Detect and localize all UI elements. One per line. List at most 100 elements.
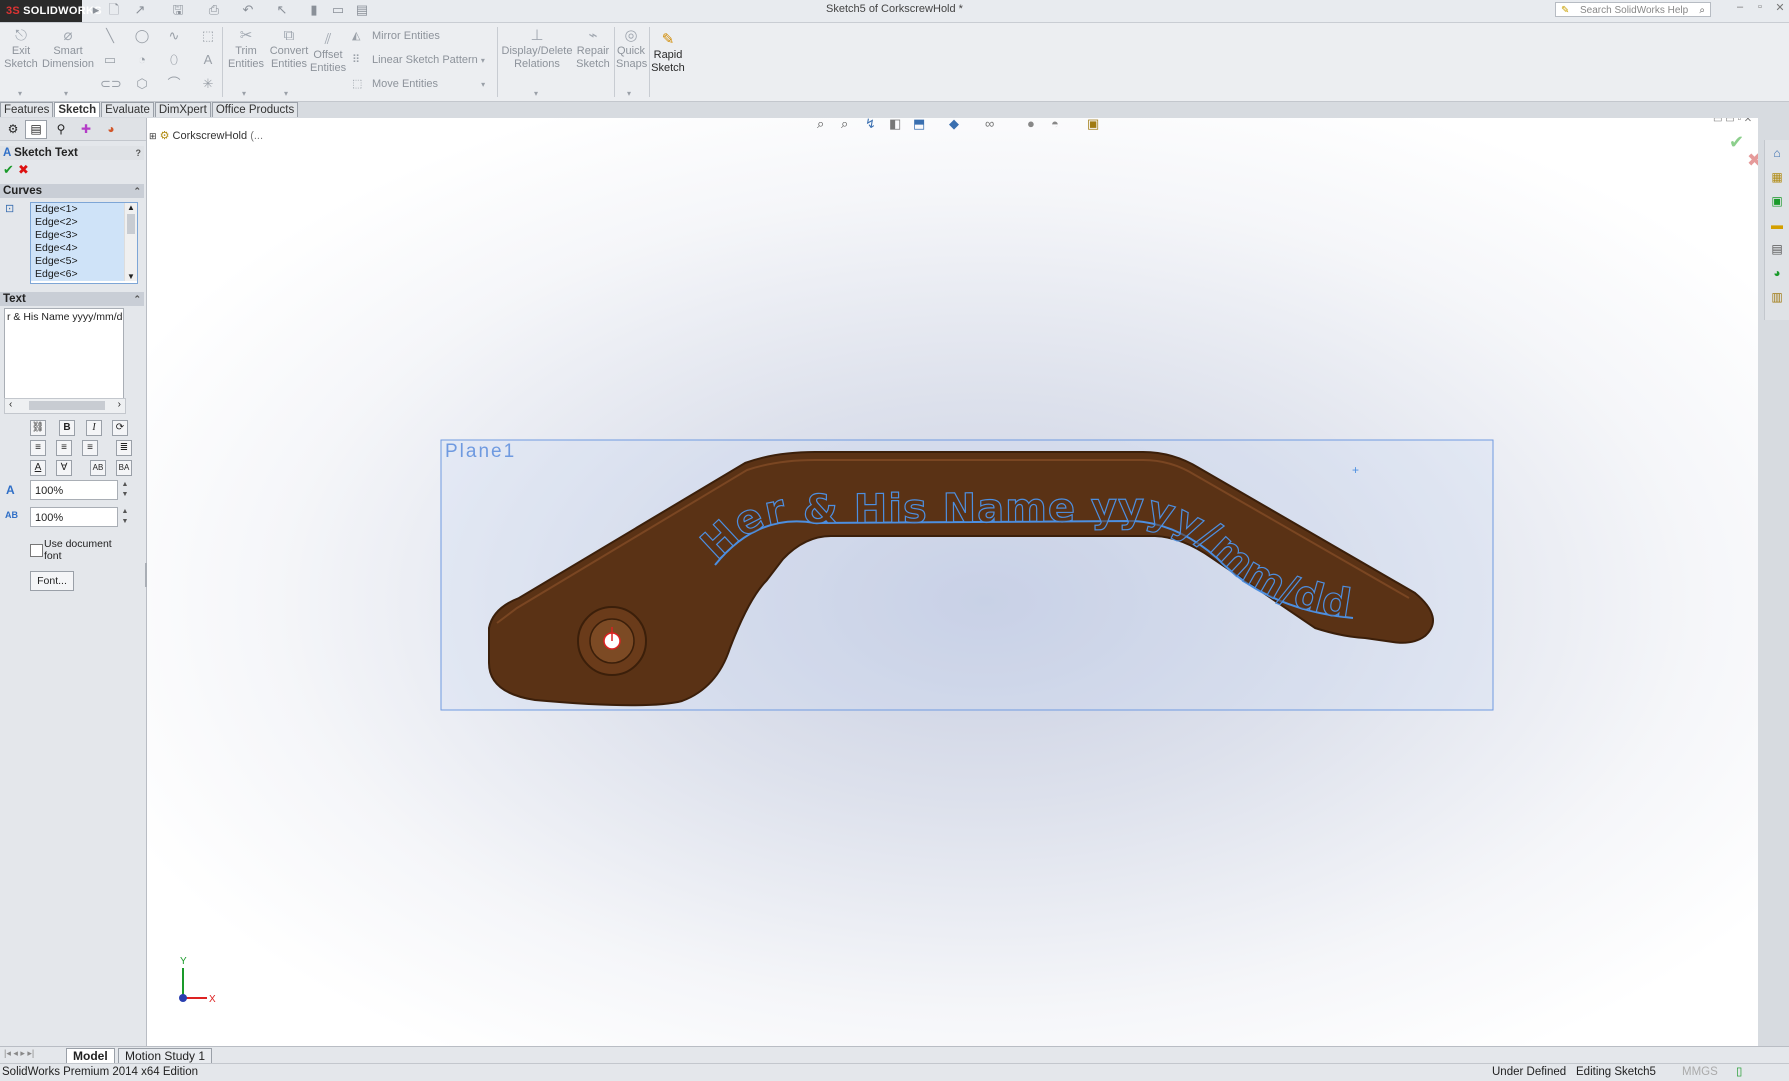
- list-item[interactable]: Edge<5>: [31, 255, 137, 268]
- rotate-icon[interactable]: ⟳: [112, 420, 128, 436]
- fillet-icon[interactable]: ⌒: [164, 75, 184, 93]
- smart-dimension-button[interactable]: ⌀ Smart Dimension: [42, 27, 94, 71]
- tab-office-products[interactable]: Office Products: [211, 102, 299, 117]
- smart-sketch-icon[interactable]: ⬚: [198, 27, 218, 45]
- appearances-icon[interactable]: ◕: [1768, 264, 1786, 282]
- list-item[interactable]: Edge<3>: [31, 229, 137, 242]
- design-library-icon[interactable]: ▦: [1768, 168, 1786, 186]
- document-title: Sketch5 of CorkscrewHold *: [826, 3, 963, 15]
- align-right-icon[interactable]: ≡: [82, 440, 98, 456]
- dimxpert-manager-icon[interactable]: ✚: [75, 120, 97, 139]
- curves-list[interactable]: Edge<1> Edge<2> Edge<3> Edge<4> Edge<5> …: [30, 202, 138, 284]
- property-manager-icon[interactable]: ▤: [25, 120, 47, 139]
- text-group-header[interactable]: Text ⌃: [0, 292, 144, 306]
- restore-icon[interactable]: ▫: [1752, 1, 1768, 17]
- quick-tips-icon[interactable]: ▯: [1736, 1064, 1742, 1081]
- tab-features[interactable]: Features: [0, 102, 54, 117]
- task-pane-bar: ⌂ ▦ ▣ ▬ ▤ ◕ ▥: [1764, 140, 1789, 320]
- text-width-icon[interactable]: AB: [90, 460, 106, 476]
- point-icon[interactable]: ✳: [198, 75, 218, 93]
- tab-motion-study-1[interactable]: Motion Study 1: [118, 1048, 213, 1064]
- list-item[interactable]: Edge<4>: [31, 242, 137, 255]
- mirror-icon: ◭: [352, 30, 361, 42]
- triad-origin-icon: [179, 994, 187, 1002]
- close-icon[interactable]: ✕: [1772, 1, 1788, 17]
- collapse-icon[interactable]: ⌃: [133, 184, 141, 198]
- tab-dimxpert[interactable]: DimXpert: [154, 102, 211, 117]
- align-center-icon[interactable]: ≡: [56, 440, 72, 456]
- sketch-text-icon[interactable]: A: [198, 51, 218, 69]
- italic-button[interactable]: I: [86, 420, 102, 436]
- offset-icon: ⫽: [324, 31, 332, 48]
- folder-icon[interactable]: ▬: [1768, 216, 1786, 234]
- tab-sketch[interactable]: Sketch: [54, 102, 101, 117]
- configuration-manager-icon[interactable]: ⚲: [50, 120, 72, 139]
- ellipse-icon[interactable]: ⬯: [164, 51, 184, 69]
- width-factor-input[interactable]: 100%: [30, 480, 118, 500]
- view-palette-icon[interactable]: ▤: [1768, 240, 1786, 258]
- text-input[interactable]: r & His Name yyyy/mm/dd: [4, 308, 124, 404]
- mirror-entities-button[interactable]: ◭ Mirror Entities: [352, 27, 440, 45]
- repair-sketch-button[interactable]: ⌁ Repair Sketch: [574, 27, 612, 71]
- move-entities-button[interactable]: ⬚ Move Entities ▾: [352, 75, 485, 93]
- display-delete-relations-button[interactable]: ⊥ Display/Delete Relations: [500, 27, 574, 71]
- plane-label: Plane1: [445, 441, 516, 462]
- spacing-input[interactable]: 100%: [30, 507, 118, 527]
- spacing-spinner[interactable]: ▲ ▼: [120, 507, 130, 527]
- arc-icon[interactable]: ◔: [132, 51, 152, 69]
- bold-button[interactable]: B: [59, 420, 75, 436]
- ok-check-icon[interactable]: ✔: [3, 162, 14, 178]
- link-property-icon[interactable]: ⛓: [30, 420, 46, 436]
- tab-scroll-arrows-icon[interactable]: |◂ ◂ ▸ ▸|: [4, 1048, 34, 1059]
- circle-icon[interactable]: ◯: [132, 27, 152, 45]
- text-spacing-icon[interactable]: BA: [116, 460, 132, 476]
- search-icon[interactable]: ⌕: [1699, 3, 1705, 18]
- spline-icon[interactable]: ∿: [164, 27, 184, 45]
- property-manager-panel: ⚙ ▤ ⚲ ✚ ◕ A Sketch Text ? ✔ ✖ Curves ⌃ ⊡…: [0, 118, 149, 1048]
- slot-icon[interactable]: ⊂⊃: [100, 75, 122, 93]
- display-manager-icon[interactable]: ◕: [100, 120, 122, 139]
- minimize-icon[interactable]: –: [1732, 1, 1748, 17]
- trim-entities-button[interactable]: ✂ Trim Entities: [226, 27, 266, 71]
- rapid-sketch-button[interactable]: ✎ Rapid Sketch: [650, 31, 686, 75]
- collapse-icon[interactable]: ⌃: [133, 292, 141, 306]
- width-factor-spinner[interactable]: ▲ ▼: [120, 480, 130, 500]
- list-item[interactable]: Edge<6>: [31, 268, 137, 281]
- curves-scrollbar[interactable]: ▲ ▼: [124, 203, 137, 281]
- manager-tabs: ⚙ ▤ ⚲ ✚ ◕: [0, 118, 146, 141]
- quick-snaps-button[interactable]: ◎ Quick Snaps: [616, 27, 647, 71]
- tab-model[interactable]: Model: [66, 1048, 115, 1064]
- curves-group-header[interactable]: Curves ⌃: [0, 184, 144, 198]
- units-label[interactable]: MMGS: [1682, 1064, 1718, 1081]
- justify-icon[interactable]: ≣: [116, 440, 132, 456]
- cancel-x-icon[interactable]: ✖: [18, 162, 29, 178]
- linear-sketch-pattern-button[interactable]: ⠿ Linear Sketch Pattern ▾: [352, 51, 485, 69]
- help-icon[interactable]: ?: [136, 146, 142, 160]
- graphics-area[interactable]: ⌕ ⌕ ↯ ◧ ⬒ ◆ ∞ ● ◓ ▣ ▭ ▭ ▫ ✕ ⊞ ⚙ Corkscre…: [147, 118, 1758, 1047]
- line-icon[interactable]: ╲: [100, 27, 120, 45]
- rectangle-icon[interactable]: ▭: [100, 51, 120, 69]
- list-item[interactable]: Edge<2>: [31, 216, 137, 229]
- offset-entities-button[interactable]: ⫽ Offset Entities: [310, 31, 346, 75]
- font-button[interactable]: Font...: [30, 571, 74, 591]
- command-tabs: Features Sketch Evaluate DimXpert Office…: [0, 102, 299, 117]
- cursor-marker-icon: +: [1352, 463, 1359, 477]
- tab-evaluate[interactable]: Evaluate: [101, 102, 154, 117]
- convert-entities-button[interactable]: ⧉ Convert Entities: [266, 27, 312, 71]
- align-left-icon[interactable]: ≡: [30, 440, 46, 456]
- solidworks-resources-icon[interactable]: ⌂: [1768, 144, 1786, 162]
- flip-horizontal-icon[interactable]: ∀: [56, 460, 72, 476]
- feature-manager-icon[interactable]: ⚙: [2, 120, 24, 139]
- model-canvas[interactable]: Plane1 Her & His Name yyyy/mm/dd + Y X: [147, 118, 1758, 1047]
- use-document-font-checkbox[interactable]: [30, 544, 43, 557]
- flip-vertical-icon[interactable]: A: [30, 460, 46, 476]
- search-input[interactable]: ✎ Search SolidWorks Help ⌕: [1555, 2, 1711, 17]
- file-explorer-icon[interactable]: ▣: [1768, 192, 1786, 210]
- text-hscrollbar[interactable]: ‹ ›: [4, 398, 126, 414]
- pattern-icon: ⠿: [352, 54, 361, 66]
- polygon-icon[interactable]: ⬡: [132, 75, 152, 93]
- custom-properties-icon[interactable]: ▥: [1768, 288, 1786, 306]
- list-item[interactable]: Edge<1>: [31, 203, 137, 216]
- exit-sketch-button[interactable]: ⎋ Exit Sketch: [2, 27, 40, 71]
- smart-dimension-icon: ⌀: [63, 27, 73, 44]
